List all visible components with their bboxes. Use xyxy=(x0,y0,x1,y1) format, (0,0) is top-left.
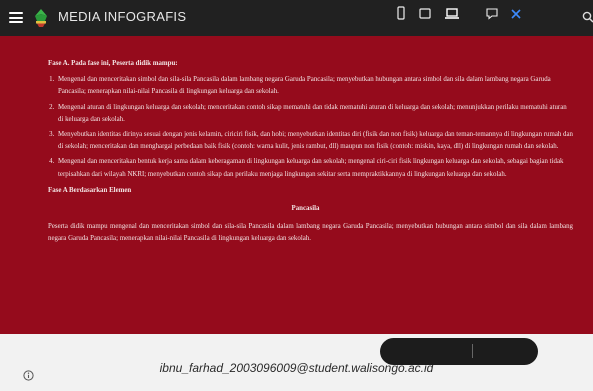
list-item: Mengenal dan menceritakan simbol dan sil… xyxy=(56,74,573,98)
view-toolbar xyxy=(380,338,538,365)
infographic-panel: Fase A. Pada fase ini, Peserta didik mam… xyxy=(0,36,593,334)
list-item: Mengenal dan menceritakan bentuk kerja s… xyxy=(56,156,573,180)
list-item: Mengenal aturan di lingkungan keluarga d… xyxy=(56,102,573,126)
competency-list: Mengenal dan menceritakan simbol dan sil… xyxy=(38,74,573,181)
toolbar-divider xyxy=(472,344,473,358)
app-title[interactable]: MEDIA INFOGRAFIS xyxy=(58,9,186,24)
laptop-view-icon[interactable] xyxy=(444,6,460,21)
close-icon[interactable] xyxy=(510,6,522,21)
list-item: Menyebutkan identitas dirinya sesuai den… xyxy=(56,129,573,153)
infographic-text: Fase A. Pada fase ini, Peserta didik mam… xyxy=(38,58,573,246)
hamburger-icon[interactable] xyxy=(9,12,23,23)
green-emblem-logo[interactable] xyxy=(32,8,50,28)
top-bar: MEDIA INFOGRAFIS xyxy=(0,0,593,36)
search-icon[interactable] xyxy=(582,11,593,23)
comment-icon[interactable] xyxy=(485,6,499,21)
element-title: Pancasila xyxy=(291,205,320,213)
section-heading-elements: Fase A Berdasarkan Elemen xyxy=(48,186,132,194)
phone-view-icon[interactable] xyxy=(396,6,406,21)
tablet-view-icon[interactable] xyxy=(418,6,432,21)
element-description: Peserta didik mampu mengenal dan menceri… xyxy=(48,223,573,243)
section-heading: Fase A. Pada fase ini, Peserta didik mam… xyxy=(48,60,178,67)
